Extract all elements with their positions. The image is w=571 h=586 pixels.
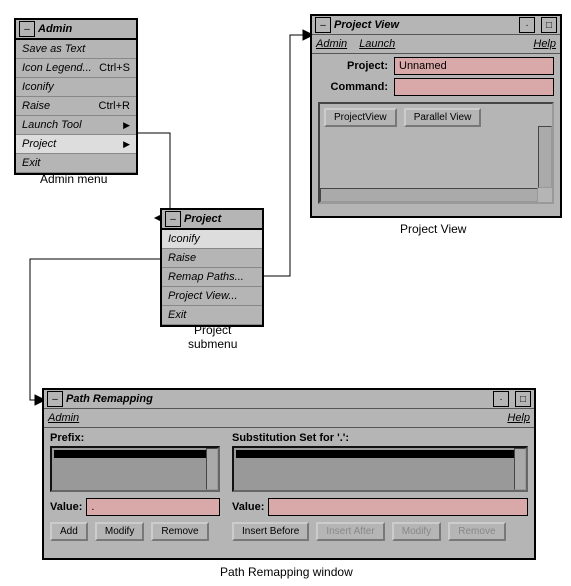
- maximize-icon[interactable]: □: [515, 391, 531, 407]
- menu-item-launch-tool[interactable]: Launch Tool▶: [16, 116, 136, 135]
- minimize-icon[interactable]: ·: [493, 391, 509, 407]
- list-item[interactable]: [236, 450, 524, 458]
- vertical-scrollbar[interactable]: [538, 126, 552, 188]
- admin-menu-caption: Admin menu: [40, 172, 107, 186]
- menu-item-raise[interactable]: RaiseCtrl+R: [16, 97, 136, 116]
- menu-admin[interactable]: Admin: [316, 38, 347, 50]
- project-submenu-title: Project: [184, 213, 221, 225]
- vertical-scrollbar[interactable]: [206, 448, 218, 490]
- prefix-list[interactable]: [50, 446, 220, 492]
- project-label: Project:: [318, 60, 394, 72]
- project-view-titlebar: – Project View · □: [312, 16, 560, 35]
- project-submenu-caption: Project submenu: [188, 323, 237, 351]
- substitution-value-field[interactable]: [268, 498, 528, 516]
- substitution-list[interactable]: [232, 446, 528, 492]
- menu-item-raise[interactable]: Raise: [162, 249, 262, 268]
- menu-help[interactable]: Help: [507, 412, 530, 424]
- menu-item-project-view[interactable]: Project View...: [162, 287, 262, 306]
- command-label: Command:: [318, 81, 394, 93]
- submenu-arrow-icon: ▶: [123, 139, 130, 150]
- menu-icon: –: [19, 21, 35, 37]
- modify-button[interactable]: Modify: [95, 522, 144, 541]
- menu-item-icon-legend[interactable]: Icon Legend...Ctrl+S: [16, 59, 136, 78]
- menu-item-iconify[interactable]: Iconify: [16, 78, 136, 97]
- project-view-caption: Project View: [400, 222, 466, 236]
- tab-projectview[interactable]: ProjectView: [324, 108, 397, 127]
- path-remapping-title: Path Remapping: [66, 393, 153, 405]
- path-remapping-titlebar: – Path Remapping · □: [44, 390, 534, 409]
- prefix-value-field[interactable]: .: [86, 498, 220, 516]
- submenu-arrow-icon: ▶: [123, 120, 130, 131]
- menu-launch[interactable]: Launch: [359, 38, 395, 50]
- menu-item-project[interactable]: Project▶: [16, 135, 136, 154]
- menu-help[interactable]: Help: [533, 38, 556, 50]
- project-view-window: – Project View · □ Admin Launch Help Pro…: [310, 14, 562, 218]
- value-label: Value:: [50, 501, 82, 513]
- vertical-scrollbar[interactable]: [514, 448, 526, 490]
- modify-button[interactable]: Modify: [392, 522, 441, 541]
- insert-after-button[interactable]: Insert After: [316, 522, 384, 541]
- maximize-icon[interactable]: □: [541, 17, 557, 33]
- project-field[interactable]: Unnamed: [394, 57, 554, 75]
- admin-menu-header: – Admin: [16, 20, 136, 40]
- minimize-icon[interactable]: ·: [519, 17, 535, 33]
- menu-item-remap-paths[interactable]: Remap Paths...: [162, 268, 262, 287]
- project-submenu: – Project Iconify Raise Remap Paths... P…: [160, 208, 264, 327]
- path-remapping-window: – Path Remapping · □ Admin Help Prefix: …: [42, 388, 536, 560]
- window-menu-icon[interactable]: –: [47, 391, 63, 407]
- prefix-panel: Prefix: Value: . Add Modify Remove: [44, 428, 226, 554]
- project-view-menubar: Admin Launch Help: [312, 35, 560, 54]
- list-item[interactable]: [54, 450, 216, 458]
- path-remapping-menubar: Admin Help: [44, 409, 534, 428]
- remove-button[interactable]: Remove: [448, 522, 505, 541]
- substitution-header: Substitution Set for '.':: [232, 432, 528, 444]
- value-label: Value:: [232, 501, 264, 513]
- menu-admin[interactable]: Admin: [48, 412, 79, 424]
- command-field[interactable]: [394, 78, 554, 96]
- admin-menu-title: Admin: [38, 23, 72, 35]
- menu-item-save-as-text[interactable]: Save as Text: [16, 40, 136, 59]
- remove-button[interactable]: Remove: [151, 522, 208, 541]
- tab-parallelview[interactable]: Parallel View: [404, 108, 482, 127]
- insert-before-button[interactable]: Insert Before: [232, 522, 309, 541]
- add-button[interactable]: Add: [50, 522, 88, 541]
- substitution-panel: Substitution Set for '.': Value: Insert …: [226, 428, 534, 554]
- path-remapping-caption: Path Remapping window: [220, 565, 353, 579]
- project-view-tabpanel: ProjectView Parallel View: [318, 102, 554, 204]
- menu-item-iconify[interactable]: Iconify: [162, 230, 262, 249]
- project-view-title: Project View: [334, 19, 399, 31]
- project-submenu-header: – Project: [162, 210, 262, 230]
- prefix-header: Prefix:: [50, 432, 220, 444]
- horizontal-scrollbar[interactable]: [320, 188, 538, 202]
- menu-icon: –: [165, 211, 181, 227]
- admin-menu: – Admin Save as Text Icon Legend...Ctrl+…: [14, 18, 138, 175]
- window-menu-icon[interactable]: –: [315, 17, 331, 33]
- menu-item-exit[interactable]: Exit: [16, 154, 136, 173]
